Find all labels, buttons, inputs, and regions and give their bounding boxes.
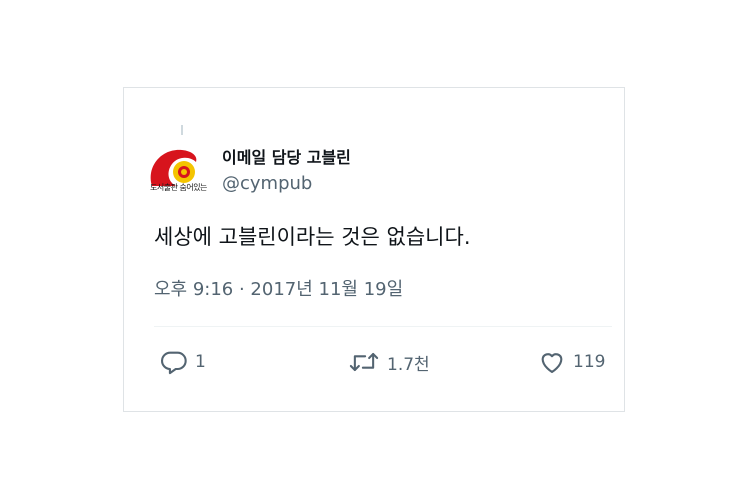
reply-count: 1 <box>195 352 206 372</box>
tweet-card: 도서출판 숨어있는 이메일 담당 고블린 @cympub 세상에 고블린이라는 … <box>123 87 625 412</box>
avatar-caption: 도서출판 숨어있는 <box>150 183 207 192</box>
heart-icon <box>541 353 563 373</box>
publisher-logo-icon <box>150 149 197 186</box>
divider <box>154 326 612 327</box>
like-button[interactable]: 119 <box>538 347 605 377</box>
retweet-count: 1.7천 <box>387 354 430 375</box>
retweet-icon <box>349 352 379 372</box>
like-count: 119 <box>573 352 606 372</box>
author-name[interactable]: 이메일 담당 고블린 <box>222 144 351 168</box>
reply-icon <box>161 351 187 375</box>
thread-line <box>181 125 183 135</box>
retweet-button[interactable]: 1.7천 <box>348 347 430 377</box>
reply-button[interactable]: 1 <box>160 347 206 377</box>
avatar[interactable]: 도서출판 숨어있는 <box>144 144 208 208</box>
author-handle[interactable]: @cympub <box>222 173 312 194</box>
tweet-text: 세상에 고블린이라는 것은 없습니다. <box>154 225 471 249</box>
tweet-timestamp[interactable]: 오후 9:16 · 2017년 11월 19일 <box>154 275 403 301</box>
